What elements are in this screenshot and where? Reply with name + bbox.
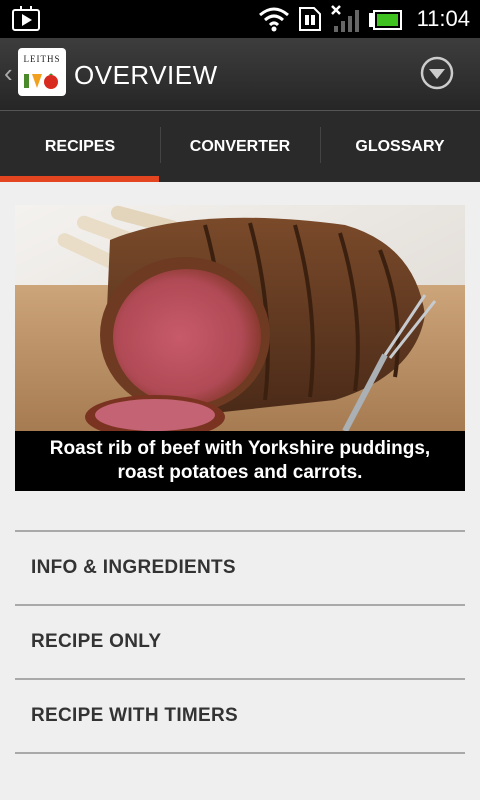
screen-title: OVERVIEW [74, 60, 218, 90]
recipe-photo [15, 205, 465, 431]
back-chevron-icon[interactable]: ‹ [4, 60, 13, 86]
tab-converter[interactable]: CONVERTER [160, 111, 320, 182]
menu-item-info-ingredients[interactable]: INFO & INGREDIENTS [15, 530, 465, 604]
status-clock: 11:04 [416, 6, 470, 31]
menu-item-recipe-with-timers[interactable]: RECIPE WITH TIMERS [15, 678, 465, 754]
play-store-icon [12, 6, 40, 31]
signal-icon [331, 5, 359, 32]
sim-icon [299, 7, 321, 31]
wifi-icon [259, 7, 289, 32]
menu-item-recipe-only[interactable]: RECIPE ONLY [15, 604, 465, 678]
battery-icon [369, 10, 402, 30]
tab-recipes[interactable]: RECIPES [0, 111, 160, 182]
selected-tab-indicator [0, 176, 159, 182]
recipe-menu-list: INFO & INGREDIENTS RECIPE ONLY RECIPE WI… [15, 530, 465, 754]
tab-glossary[interactable]: GLOSSARY [320, 111, 480, 182]
recipe-caption: Roast rib of beef with Yorkshire pudding… [15, 431, 465, 491]
tab-bar: RECIPES CONVERTER GLOSSARY [0, 111, 480, 182]
action-bar: ‹ LEITHS OVERVIEW [0, 38, 480, 111]
app-logo[interactable]: LEITHS [18, 48, 66, 96]
logo-text: LEITHS [23, 54, 61, 64]
recipe-caption-line1: Roast rib of beef with Yorkshire pudding… [49, 438, 431, 459]
status-bar: 11:04 [0, 0, 480, 38]
overflow-dropdown-icon[interactable] [420, 56, 454, 90]
logo-art-icon [24, 73, 58, 89]
recipe-caption-line2: roast potatoes and carrots. [117, 462, 363, 483]
